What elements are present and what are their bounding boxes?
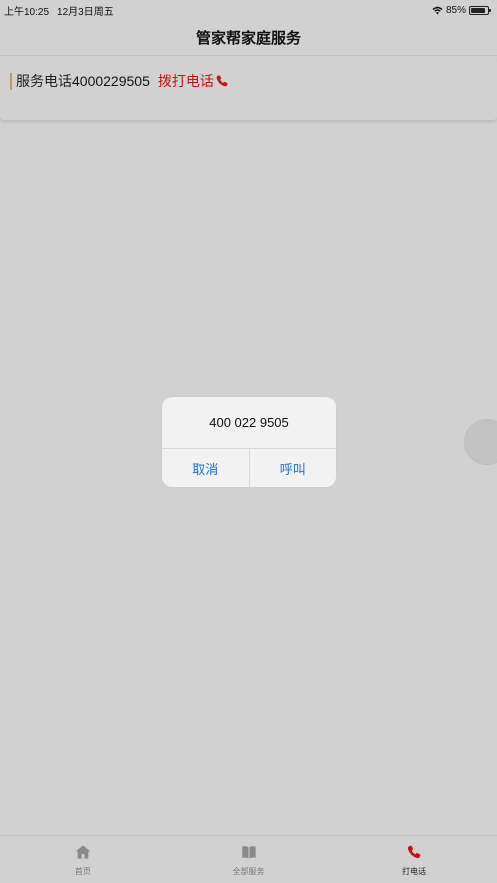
call-phone-link[interactable]: 拨打电话 <box>158 71 229 91</box>
phone-icon <box>407 845 421 859</box>
phone-icon <box>216 75 228 87</box>
page-title: 管家帮家庭服务 <box>195 30 301 47</box>
wifi-icon <box>432 6 443 14</box>
battery-percent: 85% <box>445 4 466 16</box>
status-left: 上午10:25 12月3日周五 <box>4 3 114 18</box>
call-phone-label: 拨打电话 <box>157 73 214 89</box>
tab-home[interactable]: 首页 <box>0 836 166 883</box>
service-phone-label: 服务电话 <box>16 73 72 89</box>
service-phone-card: 服务电话 4000229505 拨打电话 <box>0 58 497 120</box>
status-right: 85% <box>432 4 491 16</box>
call-alert-dialog: 400 022 9505 取消 呼叫 <box>162 397 336 487</box>
service-phone-row: 服务电话 4000229505 拨打电话 <box>10 72 229 90</box>
book-icon <box>241 846 256 859</box>
cancel-button[interactable]: 取消 <box>162 449 249 487</box>
tab-call[interactable]: 打电话 <box>331 836 497 883</box>
tab-call-label: 打电话 <box>402 867 427 876</box>
battery-level <box>471 7 485 13</box>
tab-bar: 首页 全部服务 打电话 <box>0 835 497 883</box>
call-button[interactable]: 呼叫 <box>248 449 337 487</box>
assistive-touch-button[interactable] <box>464 419 497 465</box>
alert-actions: 取消 呼叫 <box>162 449 336 487</box>
battery-icon <box>469 5 491 15</box>
alert-message: 400 022 9505 <box>162 397 336 449</box>
service-phone-number: 4000229505 <box>72 73 150 89</box>
nav-bar: 管家帮家庭服务 <box>0 20 497 56</box>
tab-home-label: 首页 <box>74 867 91 876</box>
status-date: 12月3日周五 <box>57 6 114 18</box>
status-time: 上午10:25 <box>4 6 50 18</box>
tab-all-services-label: 全部服务 <box>232 867 265 876</box>
accent-bar <box>10 72 12 90</box>
tab-all-services[interactable]: 全部服务 <box>166 836 332 883</box>
status-bar: 上午10:25 12月3日周五 85% <box>0 0 497 20</box>
home-icon <box>75 845 91 859</box>
